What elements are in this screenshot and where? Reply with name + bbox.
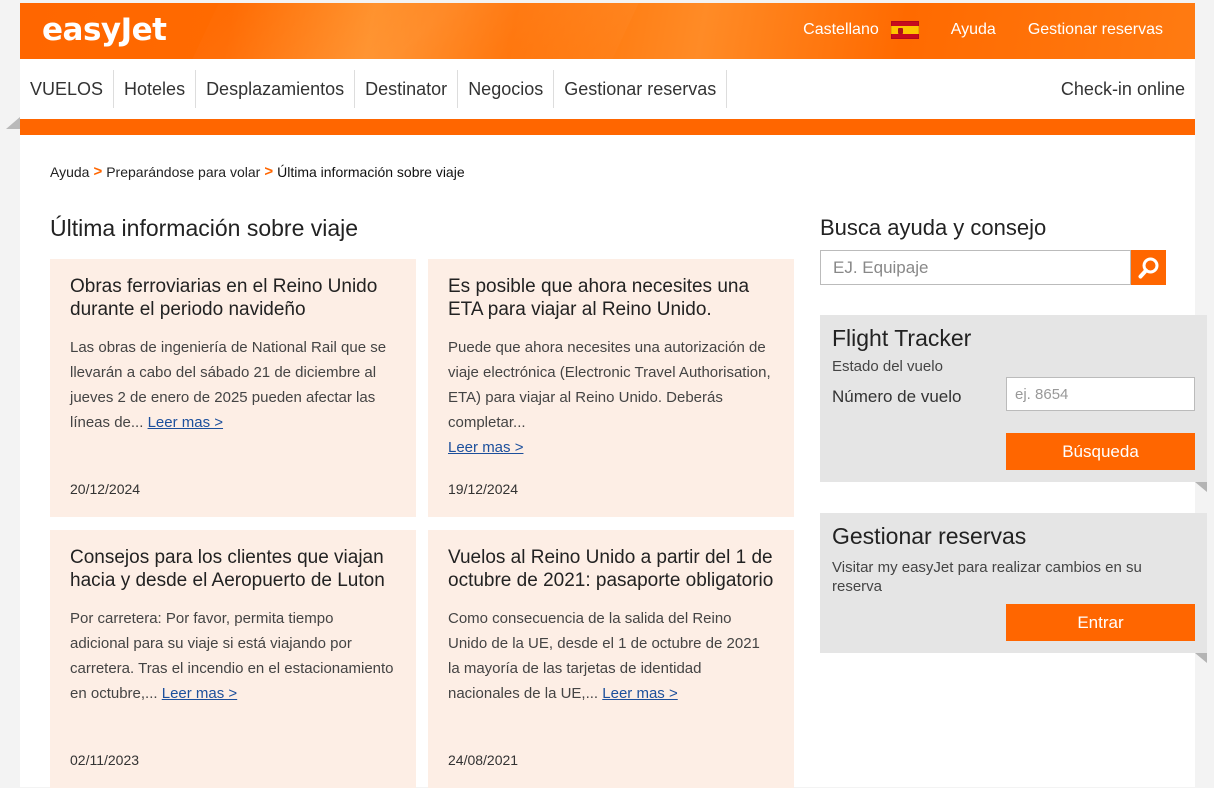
flight-tracker-subtitle: Estado del vuelo xyxy=(832,358,943,375)
enter-button[interactable]: Entrar xyxy=(1006,604,1195,641)
card-date: 24/08/2021 xyxy=(448,752,519,768)
news-card: Consejos para los clientes que viajan ha… xyxy=(50,530,416,788)
strip-fold xyxy=(6,117,20,129)
card-body: Por carretera: Por favor, permita tiempo… xyxy=(70,606,396,706)
flight-number-label: Número de vuelo xyxy=(832,387,962,406)
panel-fold xyxy=(1195,653,1207,663)
read-more-link[interactable]: Leer mas > xyxy=(602,685,677,702)
card-title[interactable]: Obras ferroviarias en el Reino Unido dur… xyxy=(70,275,396,321)
help-search xyxy=(820,250,1166,285)
breadcrumb: Ayuda > Preparándose para volar > Última… xyxy=(50,163,465,180)
card-title[interactable]: Es posible que ahora necesites una ETA p… xyxy=(448,275,774,321)
card-date: 20/12/2024 xyxy=(70,481,141,497)
flight-tracker-panel: Flight Tracker Estado del vuelo Número d… xyxy=(820,315,1207,482)
card-excerpt: Las obras de ingeniería de National Rail… xyxy=(70,339,387,431)
nav-item-transfers[interactable]: Desplazamientos xyxy=(196,70,356,108)
flight-number-row: Número de vuelo xyxy=(832,387,961,407)
breadcrumb-separator-icon: > xyxy=(93,163,103,180)
breadcrumb-help[interactable]: Ayuda xyxy=(50,164,89,180)
help-search-title: Busca ayuda y consejo xyxy=(820,215,1047,240)
card-body: Como consecuencia de la salida del Reino… xyxy=(448,606,774,706)
main-content: Ayuda > Preparándose para volar > Última… xyxy=(20,135,1207,788)
flight-number-input[interactable] xyxy=(1006,377,1195,411)
manage-bookings-link[interactable]: Gestionar reservas xyxy=(1028,21,1163,39)
manage-bookings-text: Visitar my easyJet para realizar cambios… xyxy=(832,559,1142,595)
help-link[interactable]: Ayuda xyxy=(951,21,996,39)
spain-flag-icon xyxy=(890,21,919,39)
flight-tracker-title: Flight Tracker xyxy=(832,325,972,351)
nav-item-hotels[interactable]: Hoteles xyxy=(114,70,197,108)
nav-item-flights[interactable]: VUELOS xyxy=(20,70,115,108)
manage-bookings-title: Gestionar reservas xyxy=(832,523,1027,549)
news-card: Obras ferroviarias en el Reino Unido dur… xyxy=(50,259,416,517)
read-more-link[interactable]: Leer mas > xyxy=(148,414,223,431)
main-nav: VUELOS Hoteles Desplazamientos Destinato… xyxy=(20,59,1195,119)
top-header: easyJet Castellano Ayuda Gestionar reser… xyxy=(20,3,1195,59)
page: easyJet Castellano Ayuda Gestionar reser… xyxy=(6,3,1207,788)
card-title[interactable]: Vuelos al Reino Unido a partir del 1 de … xyxy=(448,546,774,592)
card-body: Puede que ahora necesites una autorizaci… xyxy=(448,335,774,460)
magnifier-icon xyxy=(1138,257,1158,278)
help-search-input[interactable] xyxy=(820,250,1131,285)
page-title: Última información sobre viaje xyxy=(50,215,359,241)
orange-divider xyxy=(20,119,1195,135)
manage-bookings-panel: Gestionar reservas Visitar my easyJet pa… xyxy=(820,513,1207,653)
nav-item-manage-bookings[interactable]: Gestionar reservas xyxy=(554,70,728,108)
card-title[interactable]: Consejos para los clientes que viajan ha… xyxy=(70,546,396,592)
language-selector[interactable]: Castellano xyxy=(803,21,919,39)
card-excerpt: Puede que ahora necesites una autorizaci… xyxy=(448,339,771,431)
language-label: Castellano xyxy=(803,21,879,38)
read-more-link[interactable]: Leer mas > xyxy=(448,439,523,456)
news-card: Vuelos al Reino Unido a partir del 1 de … xyxy=(428,530,794,788)
breadcrumb-preparing[interactable]: Preparándose para volar xyxy=(106,164,260,180)
card-date: 02/11/2023 xyxy=(70,752,140,768)
nav-item-destinator[interactable]: Destinator xyxy=(355,70,459,108)
news-card: Es posible que ahora necesites una ETA p… xyxy=(428,259,794,517)
panel-fold xyxy=(1195,482,1207,492)
checkin-online-link[interactable]: Check-in online xyxy=(1061,79,1185,100)
read-more-link[interactable]: Leer mas > xyxy=(162,685,237,702)
easyjet-logo[interactable]: easyJet xyxy=(42,12,167,48)
search-button[interactable] xyxy=(1131,250,1166,285)
breadcrumb-separator-icon: > xyxy=(264,163,274,180)
flight-search-button[interactable]: Búsqueda xyxy=(1006,433,1195,470)
nav-item-business[interactable]: Negocios xyxy=(458,70,555,108)
card-body: Las obras de ingeniería de National Rail… xyxy=(70,335,396,435)
card-date: 19/12/2024 xyxy=(448,481,519,497)
top-links: Castellano Ayuda Gestionar reservas xyxy=(771,21,1163,39)
breadcrumb-current: Última información sobre viaje xyxy=(277,163,465,180)
